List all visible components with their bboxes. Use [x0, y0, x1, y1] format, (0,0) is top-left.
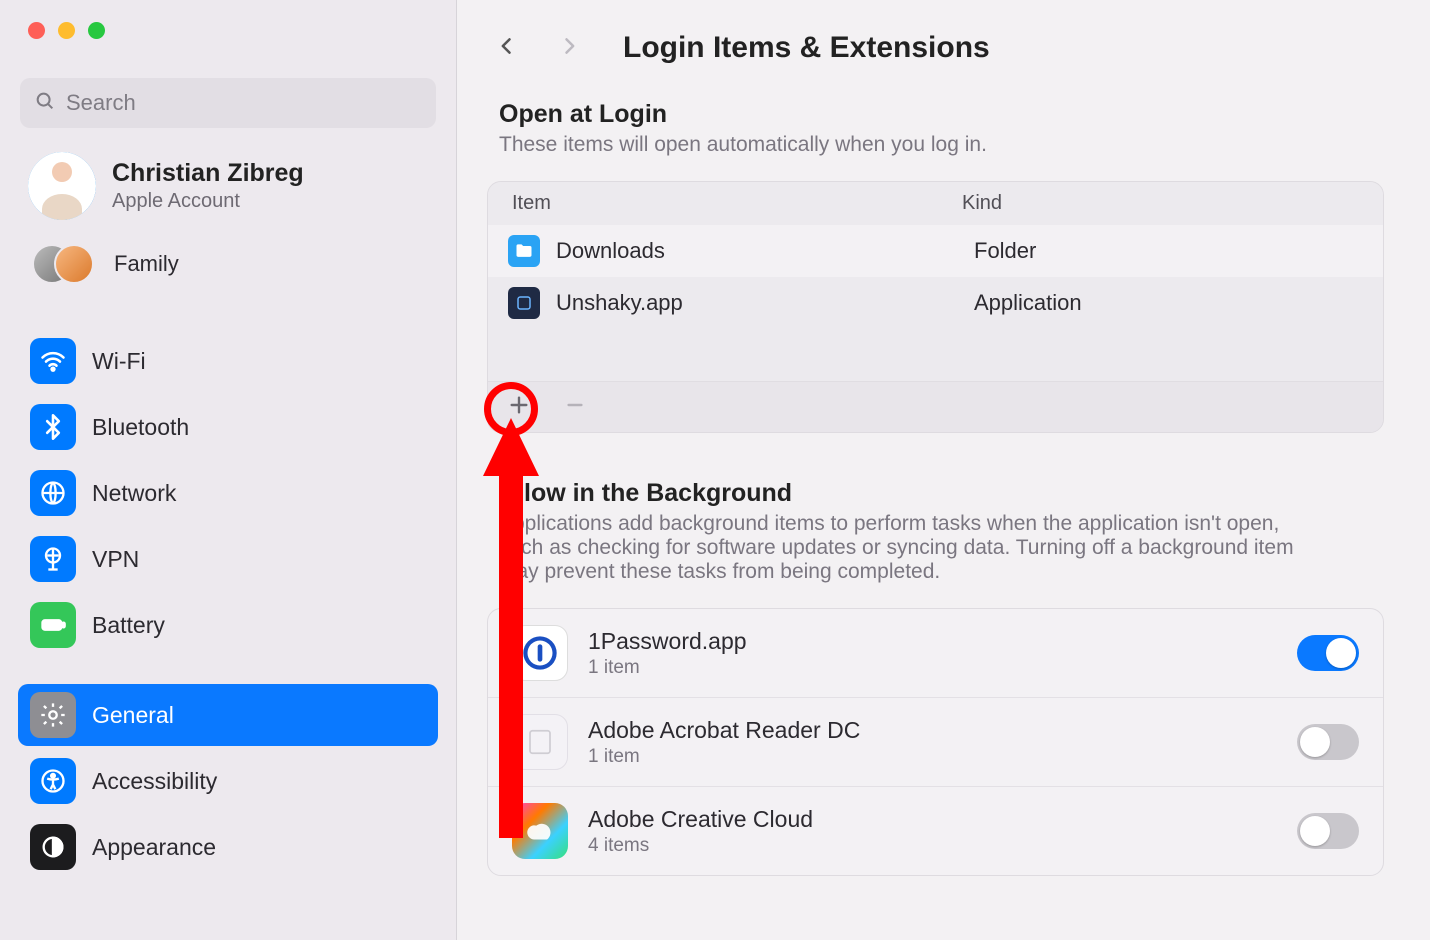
background-item: 1Password.app 1 item — [488, 609, 1383, 698]
remove-login-item-button[interactable] — [558, 390, 592, 424]
window-fullscreen-button[interactable] — [88, 22, 105, 39]
sidebar-item-vpn[interactable]: VPN — [18, 528, 438, 590]
chevron-left-icon — [497, 32, 517, 65]
bg-item-name: Adobe Acrobat Reader DC — [588, 717, 1277, 744]
sidebar-item-bluetooth[interactable]: Bluetooth — [18, 396, 438, 458]
bluetooth-icon — [30, 404, 76, 450]
bg-item-toggle[interactable] — [1297, 635, 1359, 671]
sidebar-item-battery[interactable]: Battery — [18, 594, 438, 656]
app-icon — [508, 287, 540, 319]
login-items-table: Item Kind Downloads Folder Unshaky.app A… — [487, 181, 1384, 433]
traffic-lights — [0, 0, 456, 58]
family-row[interactable]: Family — [0, 232, 456, 304]
search-input[interactable] — [66, 90, 422, 116]
network-icon — [30, 470, 76, 516]
onepassword-icon — [512, 625, 568, 681]
general-icon — [30, 692, 76, 738]
acrobat-icon — [512, 714, 568, 770]
wifi-icon — [30, 338, 76, 384]
background-item: Adobe Creative Cloud 4 items — [488, 787, 1383, 875]
bg-item-toggle[interactable] — [1297, 813, 1359, 849]
minus-icon — [564, 392, 586, 423]
chevron-right-icon — [559, 32, 579, 65]
sidebar-item-label: Network — [92, 480, 176, 507]
settings-window: Christian Zibreg Apple Account Family Wi… — [0, 0, 1430, 940]
background-sub: Applications add background items to per… — [499, 512, 1319, 584]
nav-forward-button[interactable] — [549, 28, 589, 68]
sidebar-item-label: Accessibility — [92, 768, 217, 795]
open-at-login-header: Open at Login These items will open auto… — [487, 88, 1384, 163]
sidebar-item-network[interactable]: Network — [18, 462, 438, 524]
background-items-list: 1Password.app 1 item Adobe Acrobat Reade… — [487, 608, 1384, 876]
sidebar-item-general[interactable]: General — [18, 684, 438, 746]
plus-icon — [508, 392, 530, 423]
col-item[interactable]: Item — [512, 192, 962, 215]
table-footer — [488, 381, 1383, 432]
apple-account-row[interactable]: Christian Zibreg Apple Account — [0, 146, 456, 232]
background-header: Allow in the Background Applications add… — [487, 467, 1384, 590]
bg-item-name: Adobe Creative Cloud — [588, 806, 1277, 833]
table-header: Item Kind — [488, 182, 1383, 225]
battery-icon — [30, 602, 76, 648]
bg-item-sub: 1 item — [588, 657, 1277, 679]
search-box[interactable] — [20, 78, 436, 128]
row-name: Unshaky.app — [556, 290, 958, 316]
family-avatars — [32, 242, 96, 286]
vpn-icon — [30, 536, 76, 582]
sidebar-item-appearance[interactable]: Appearance — [18, 816, 438, 878]
table-row[interactable]: Downloads Folder — [488, 225, 1383, 277]
accessibility-icon — [30, 758, 76, 804]
appearance-icon — [30, 824, 76, 870]
family-label: Family — [114, 251, 179, 277]
creative-cloud-icon — [512, 803, 568, 859]
sidebar-item-wifi[interactable]: Wi-Fi — [18, 330, 438, 392]
bg-item-toggle[interactable] — [1297, 724, 1359, 760]
search-icon — [34, 90, 56, 117]
bg-item-sub: 1 item — [588, 746, 1277, 768]
sidebar-item-label: Bluetooth — [92, 414, 189, 441]
account-sub: Apple Account — [112, 190, 304, 213]
bg-item-name: 1Password.app — [588, 628, 1277, 655]
table-row[interactable]: Unshaky.app Application — [488, 277, 1383, 329]
nav-back-button[interactable] — [487, 28, 527, 68]
open-at-login-sub: These items will open automatically when… — [499, 133, 1372, 157]
sidebar-item-label: General — [92, 702, 174, 729]
sidebar-item-label: Appearance — [92, 834, 216, 861]
folder-icon — [508, 235, 540, 267]
row-name: Downloads — [556, 238, 958, 264]
main-pane: Login Items & Extensions Open at Login T… — [457, 0, 1430, 940]
window-close-button[interactable] — [28, 22, 45, 39]
titlebar: Login Items & Extensions — [457, 0, 1430, 88]
row-kind: Application — [974, 290, 1363, 316]
row-kind: Folder — [974, 238, 1363, 264]
sidebar-item-label: Battery — [92, 612, 165, 639]
page-title: Login Items & Extensions — [623, 31, 990, 65]
background-item: Adobe Acrobat Reader DC 1 item — [488, 698, 1383, 787]
sidebar-item-label: VPN — [92, 546, 139, 573]
user-avatar — [28, 152, 96, 220]
account-name: Christian Zibreg — [112, 159, 304, 188]
window-minimize-button[interactable] — [58, 22, 75, 39]
background-title: Allow in the Background — [499, 479, 1372, 508]
col-kind[interactable]: Kind — [962, 192, 1359, 215]
sidebar: Christian Zibreg Apple Account Family Wi… — [0, 0, 457, 940]
sidebar-item-label: Wi-Fi — [92, 348, 146, 375]
open-at-login-title: Open at Login — [499, 100, 1372, 129]
add-login-item-button[interactable] — [502, 390, 536, 424]
bg-item-sub: 4 items — [588, 835, 1277, 857]
sidebar-item-accessibility[interactable]: Accessibility — [18, 750, 438, 812]
